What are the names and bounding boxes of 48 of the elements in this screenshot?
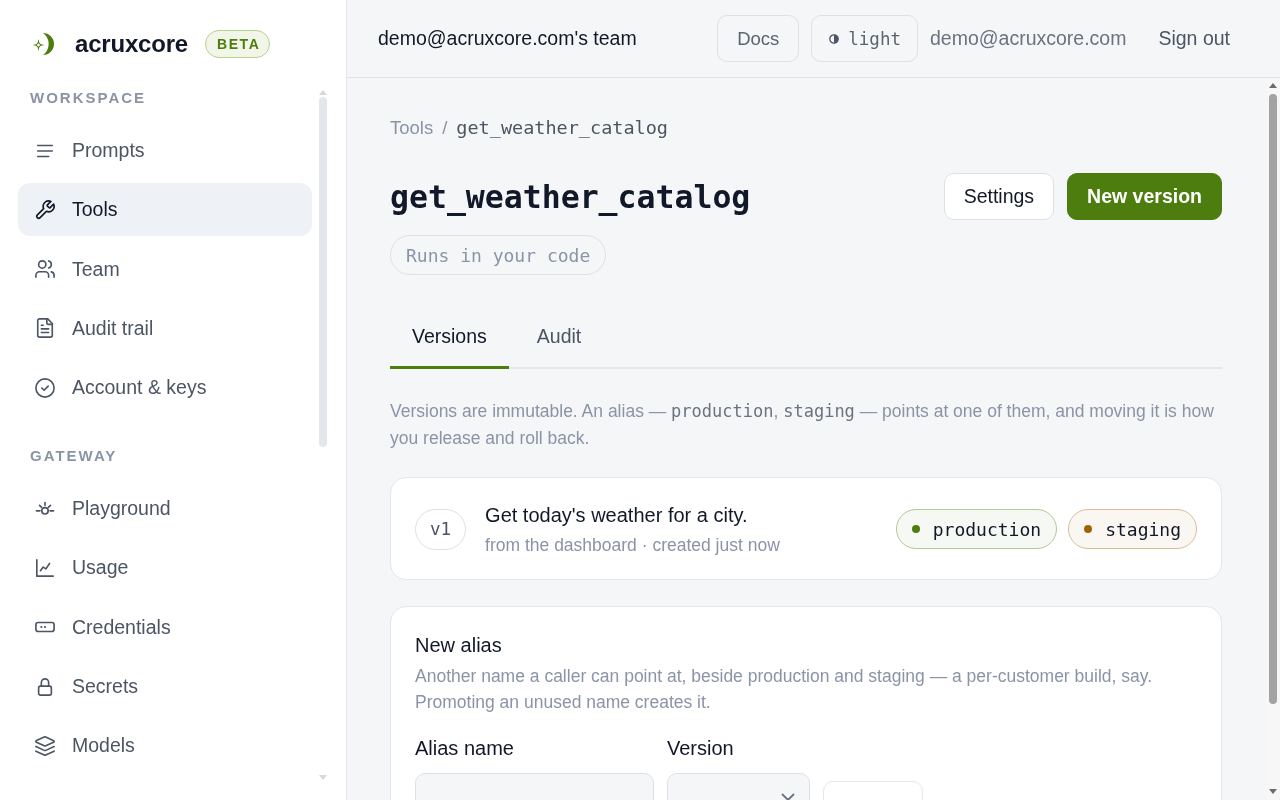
nav-item[interactable]: Playground (18, 482, 312, 536)
beta-badge: BETA (204, 30, 271, 58)
card-description: Another name a caller can point at, beside production and staging — a per-customer build, say. Promoting an unused name creates it. (415, 665, 1154, 714)
people-icon (35, 259, 55, 280)
docs-button[interactable]: Docs (717, 15, 800, 62)
nav-item[interactable]: Account & keys (18, 361, 312, 415)
layers-icon (35, 735, 55, 756)
theme-toggle[interactable]: light (811, 15, 918, 62)
arrow-up-icon (319, 90, 327, 95)
nav-item[interactable]: Prompts (18, 124, 312, 177)
field-label: Alias name (415, 736, 515, 761)
section-heading: WORKSPACE (29, 88, 148, 108)
half-circle-icon (829, 33, 840, 44)
lock-icon (35, 676, 55, 697)
page-title: get_weather_catalog (390, 178, 751, 215)
nav-item[interactable]: Audit trail (18, 301, 312, 355)
nav-item[interactable]: Credentials (18, 600, 312, 654)
team-name: demo@acruxcore.com's team (378, 27, 637, 50)
nav-item[interactable]: Usage (18, 541, 312, 595)
user-email: demo@acruxcore.com (930, 27, 1127, 50)
brand-name: acruxcore (75, 30, 188, 58)
description: Versions are immutable. An alias — production, staging — points at one of them, and moving it is how you release and roll back. (390, 400, 1215, 450)
breadcrumb-current: get_weather_catalog (456, 117, 668, 139)
sign-out-button[interactable]: Sign out (1158, 27, 1230, 50)
chevron-icon (781, 792, 795, 800)
alias-label: staging (1105, 518, 1181, 540)
nav-item[interactable]: Tools (18, 183, 312, 237)
version-meta: from the dashboard · created just now (485, 534, 781, 557)
nav-item[interactable]: Secrets (18, 660, 312, 714)
arrow-down-icon (1269, 789, 1277, 794)
tab[interactable]: Audit (514, 315, 604, 369)
breadcrumb-separator: / (442, 117, 448, 139)
check-circle-icon (35, 377, 55, 398)
new-version-button[interactable]: New version (1067, 173, 1222, 220)
wrench-icon (35, 199, 55, 220)
arrow-up-icon (1269, 83, 1277, 88)
arrow-down-icon (319, 775, 327, 780)
section-heading: GATEWAY (29, 446, 119, 467)
card-title: New alias (415, 633, 503, 658)
version-title: Get today's weather for a city. (485, 503, 749, 528)
alias-label: production (932, 518, 1042, 540)
field-label: Version (667, 736, 735, 761)
line-chart-icon (35, 558, 55, 578)
nav-item[interactable]: Models (18, 719, 312, 773)
settings-button[interactable]: Settings (943, 173, 1055, 220)
nav-item[interactable]: Team (18, 242, 312, 296)
tab[interactable]: Versions (390, 315, 509, 369)
document-icon (35, 318, 55, 339)
